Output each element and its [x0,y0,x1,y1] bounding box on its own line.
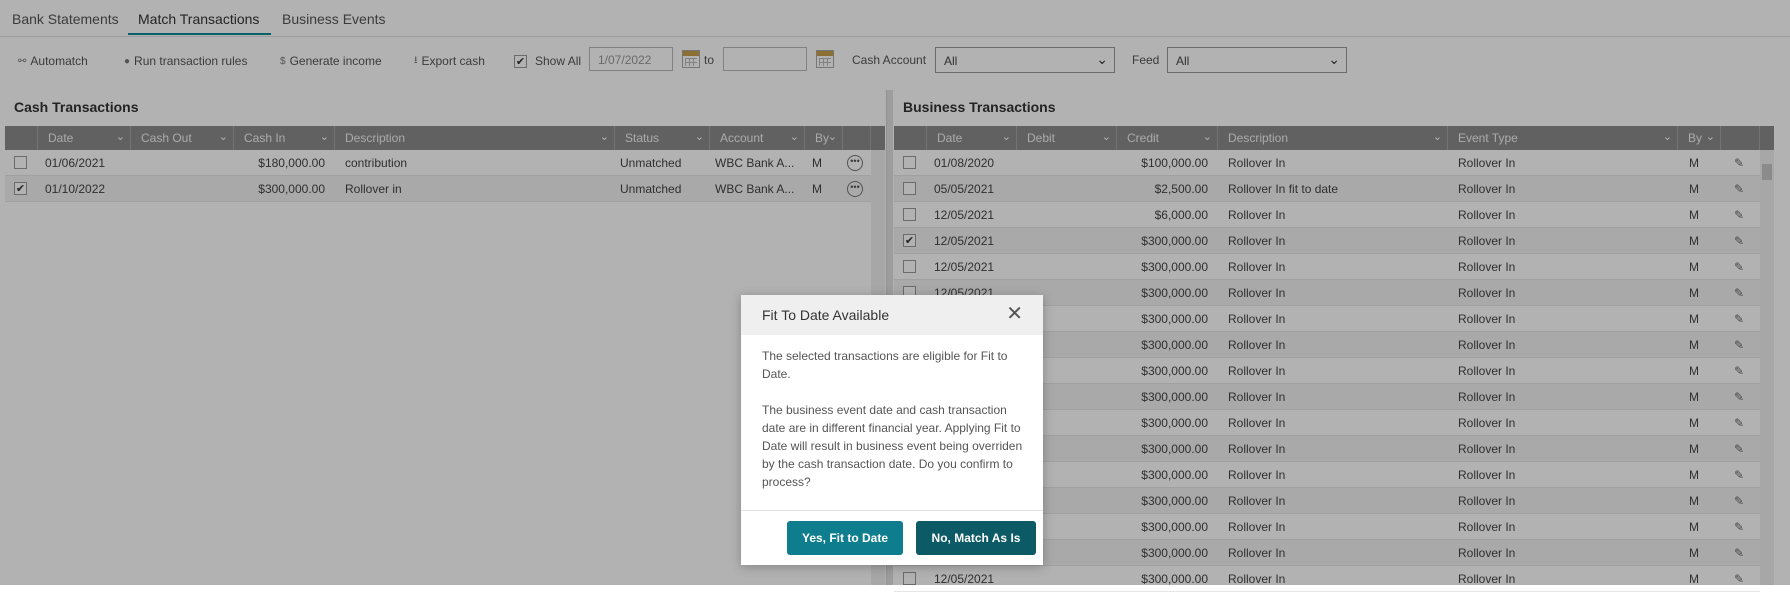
dialog-body: The selected transactions are eligible f… [762,347,1024,491]
no-match-as-is-button[interactable]: No, Match As Is [916,521,1036,555]
fit-to-date-dialog: Fit To Date Available ✕ The selected tra… [741,295,1043,565]
yes-fit-to-date-button[interactable]: Yes, Fit to Date [787,521,903,555]
dialog-header: Fit To Date Available ✕ [741,295,1043,335]
close-icon[interactable]: ✕ [1006,304,1023,324]
dialog-message-eligible: The selected transactions are eligible f… [762,349,1008,381]
dialog-title: Fit To Date Available [762,307,890,323]
dialog-footer-divider [741,510,1043,511]
dialog-message-warning: The business event date and cash transac… [762,403,1023,489]
